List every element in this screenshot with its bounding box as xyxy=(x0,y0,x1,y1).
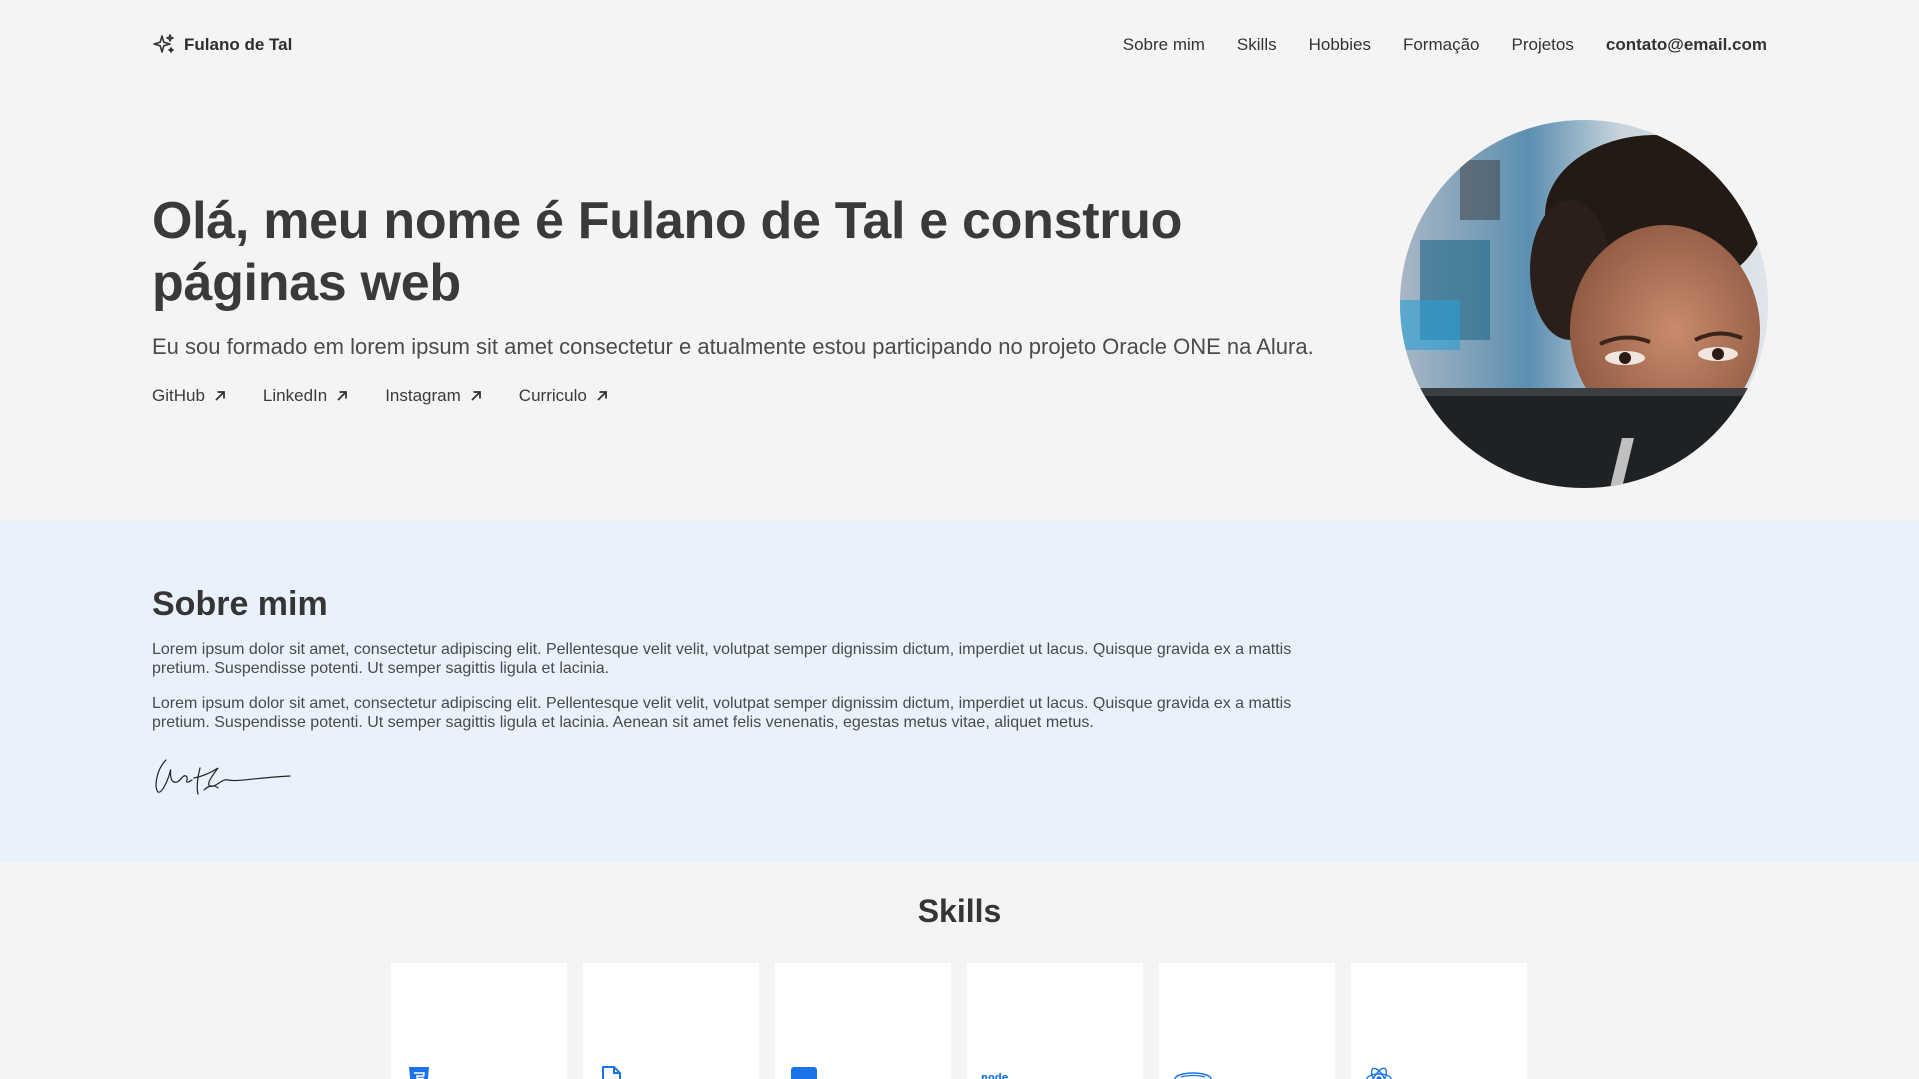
brand-name: Fulano de Tal xyxy=(184,35,293,54)
css-file-icon xyxy=(602,1066,621,1079)
link-instagram[interactable]: Instagram xyxy=(385,386,483,406)
about-paragraph-1: Lorem ipsum dolor sit amet, consectetur … xyxy=(152,641,1292,677)
nav-item-formacao[interactable]: Formação xyxy=(1403,35,1480,55)
arrow-up-right-icon xyxy=(597,391,607,401)
html5-icon xyxy=(409,1067,429,1079)
link-github[interactable]: GitHub xyxy=(152,386,227,406)
skill-card-database[interactable] xyxy=(1159,963,1335,1079)
nav-item-projetos[interactable]: Projetos xyxy=(1512,35,1574,55)
signature-image xyxy=(155,759,291,795)
nav-item-sobre-mim[interactable]: Sobre mim xyxy=(1123,35,1205,55)
about-paragraph-2: Lorem ipsum dolor sit amet, consectetur … xyxy=(152,695,1292,731)
link-curriculo[interactable]: Curriculo xyxy=(519,386,609,406)
hero-title: Olá, meu nome é Fulano de Tal e construo… xyxy=(152,192,1183,312)
skill-card-html[interactable] xyxy=(391,963,567,1079)
sparkles-icon xyxy=(153,34,174,53)
main-nav: Sobre mim Skills Hobbies Formação Projet… xyxy=(1123,35,1767,55)
skills-title: Skills xyxy=(917,893,1002,929)
brand-logo[interactable]: Fulano de Tal xyxy=(152,33,292,57)
skill-card-javascript[interactable] xyxy=(775,963,951,1079)
link-curriculo-label: Curriculo xyxy=(518,386,587,405)
link-github-label: GitHub xyxy=(152,386,205,405)
nav-item-skills[interactable]: Skills xyxy=(1237,35,1277,55)
arrow-up-right-icon xyxy=(471,391,481,401)
arrow-up-right-icon xyxy=(337,391,348,401)
svg-text:node: node xyxy=(981,1072,1009,1079)
link-linkedin[interactable]: LinkedIn xyxy=(263,386,349,406)
profile-photo xyxy=(1400,120,1768,488)
about-section: Sobre mim Lorem ipsum dolor sit amet, co… xyxy=(152,585,1352,805)
link-linkedin-label: LinkedIn xyxy=(262,386,328,405)
skill-card-node[interactable]: node xyxy=(967,963,1143,1079)
about-title: Sobre mim xyxy=(152,585,328,623)
skills-list: node xyxy=(391,963,1527,1079)
react-atom-icon xyxy=(1366,1067,1392,1079)
site-header: Fulano de Tal Sobre mim Skills Hobbies F… xyxy=(152,30,1767,60)
link-instagram-label: Instagram xyxy=(385,386,461,405)
javascript-square-icon xyxy=(791,1067,817,1079)
node-logo-icon: node xyxy=(981,1072,1009,1079)
skill-card-css[interactable] xyxy=(583,963,759,1079)
nav-contact-email[interactable]: contato@email.com xyxy=(1606,35,1767,55)
nav-item-hobbies[interactable]: Hobbies xyxy=(1309,35,1371,55)
arrow-up-right-icon xyxy=(215,391,225,401)
skill-card-react[interactable] xyxy=(1351,963,1527,1079)
database-icon xyxy=(1174,1072,1212,1079)
